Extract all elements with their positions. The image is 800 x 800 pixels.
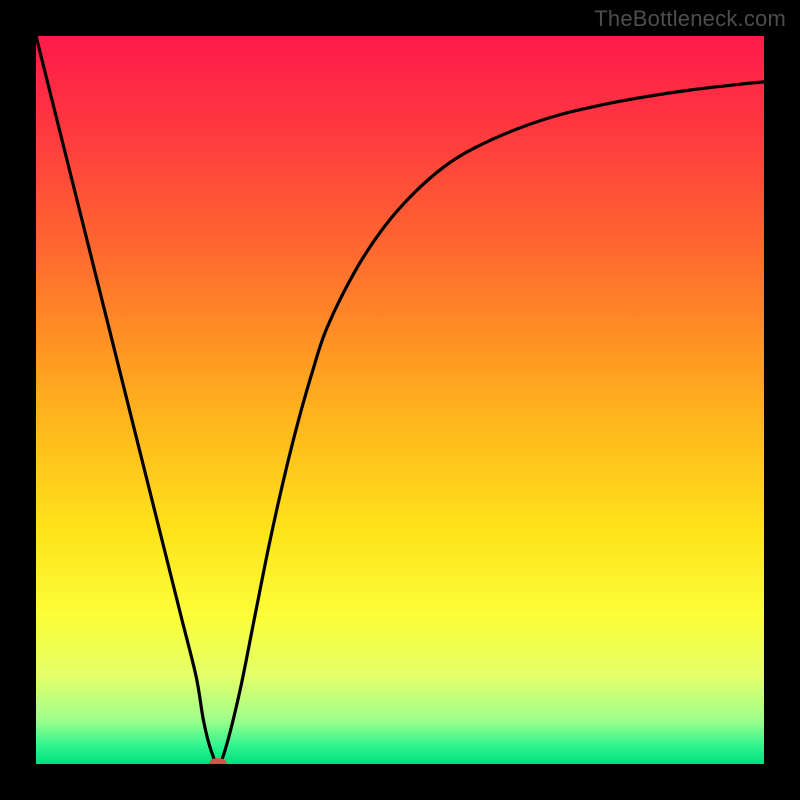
chart-frame: TheBottleneck.com [0,0,800,800]
bottleneck-chart [0,0,800,800]
watermark-text: TheBottleneck.com [594,6,786,32]
plot-background [36,36,764,764]
optimal-point-marker [209,758,227,770]
